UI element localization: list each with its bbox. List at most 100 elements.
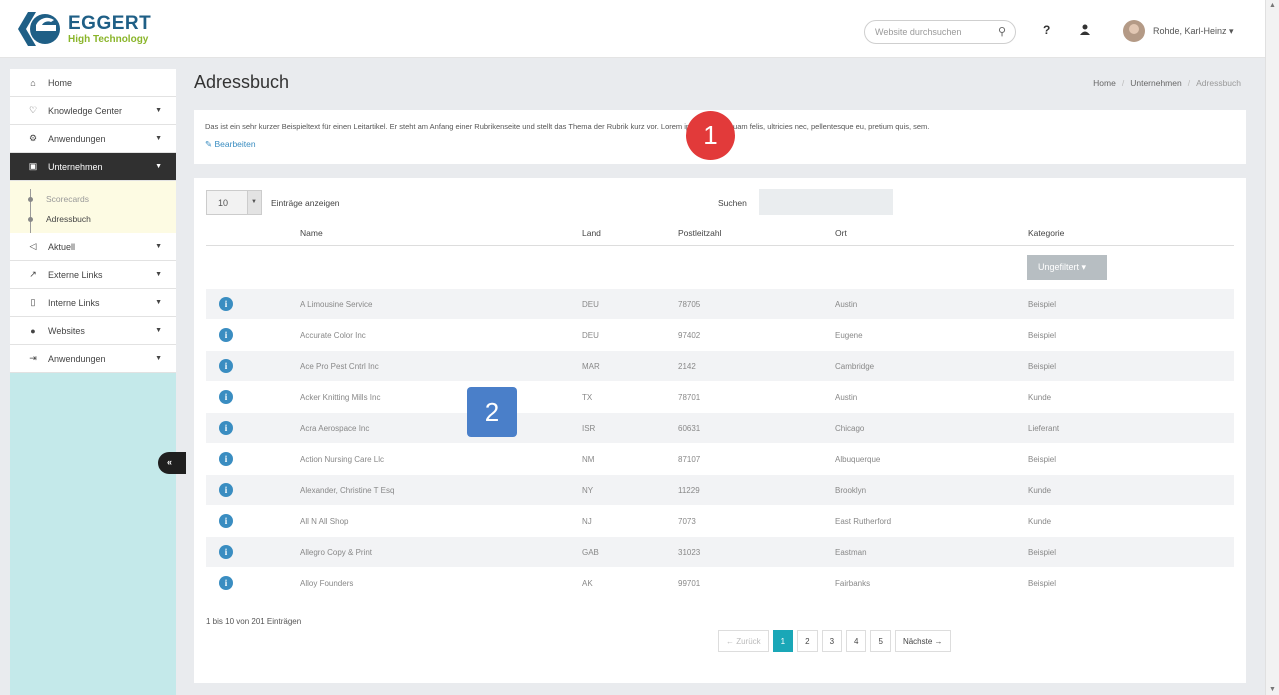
search-placeholder: Website durchsuchen: [875, 27, 962, 37]
scroll-up-icon[interactable]: ▲: [1269, 2, 1276, 9]
cell-land: ISR: [582, 424, 596, 433]
sidebar-item-label: Knowledge Center: [48, 105, 123, 116]
cell-plz: 60631: [678, 424, 701, 433]
cell-land: GAB: [582, 548, 599, 557]
category-filter-button[interactable]: Ungefiltert ▾: [1027, 255, 1107, 280]
info-icon[interactable]: i: [219, 297, 233, 311]
pagination-page-2[interactable]: 2: [797, 630, 818, 652]
sidebar-item-interne-links[interactable]: ▯ Interne Links ▼: [10, 289, 176, 317]
sidebar-item-home[interactable]: ⌂ Home: [10, 69, 176, 97]
page-length-label: Einträge anzeigen: [271, 198, 340, 208]
column-header-plz[interactable]: Postleitzahl: [678, 228, 721, 238]
cell-land: AK: [582, 579, 593, 588]
table-row[interactable]: i All N All Shop NJ 7073 East Rutherford Kund…: [206, 506, 1234, 537]
breadcrumb-home[interactable]: Home: [1093, 78, 1116, 88]
bullet-icon: [28, 217, 33, 222]
table-search-input[interactable]: [759, 189, 893, 215]
external-link-icon: ↗: [29, 269, 37, 279]
info-icon[interactable]: i: [219, 514, 233, 528]
sidebar-nav: ⌂ Home ♡ Knowledge Center ▼ ⚙ Anwendungen ▼ ▣ Unt…: [10, 69, 176, 373]
sidebar-subitem-adressbuch[interactable]: Adressbuch: [10, 209, 176, 229]
cell-plz: 99701: [678, 579, 701, 588]
breadcrumb-separator: /: [1187, 78, 1191, 88]
table-row[interactable]: i Alloy Founders AK 99701 Fairbanks Beispiel: [206, 568, 1234, 599]
page-title: Adressbuch: [194, 72, 290, 92]
cell-land: NM: [582, 455, 595, 464]
table-row[interactable]: i Acra Aerospace Inc ISR 60631 Chicago Liefer…: [206, 413, 1234, 444]
table-row[interactable]: i Action Nursing Care Llc NM 87107 Albuquerq…: [206, 444, 1234, 475]
info-icon[interactable]: i: [219, 328, 233, 342]
pagination-page-4[interactable]: 4: [846, 630, 867, 652]
cell-land: TX: [582, 393, 593, 402]
table-row[interactable]: i Accurate Color Inc DEU 97402 Eugene Beispie…: [206, 320, 1234, 351]
sidebar-item-label: Anwendungen: [48, 133, 106, 144]
sidebar-item-websites[interactable]: ● Websites ▼: [10, 317, 176, 345]
cell-plz: 87107: [678, 455, 701, 464]
info-icon[interactable]: i: [219, 359, 233, 373]
column-header-kategorie[interactable]: Kategorie: [1028, 228, 1064, 238]
column-header-ort[interactable]: Ort: [835, 228, 847, 238]
sidebar-item-knowledge-center[interactable]: ♡ Knowledge Center ▼: [10, 97, 176, 125]
sign-in-icon: ⇥: [29, 353, 37, 363]
sidebar-item-externe-links[interactable]: ↗ Externe Links ▼: [10, 261, 176, 289]
cell-ort: Austin: [835, 393, 858, 402]
table-row[interactable]: i Alexander, Christine T Esq NY 11229 Brookl…: [206, 475, 1234, 506]
table-row[interactable]: i Ace Pro Pest Cntrl Inc MAR 2142 Cambridge B…: [206, 351, 1234, 382]
info-icon[interactable]: i: [219, 576, 233, 590]
user-menu[interactable]: Rohde, Karl-Heinz ▾: [1153, 26, 1234, 37]
sidebar-item-unternehmen[interactable]: ▣ Unternehmen ▼: [10, 153, 176, 181]
cell-plz: 78705: [678, 300, 701, 309]
pagination: ← Zurück 1 2 3 4 5 Nächste →: [718, 630, 951, 652]
pagination-page-3[interactable]: 3: [821, 630, 843, 652]
pagination-page-5[interactable]: 5: [870, 630, 891, 652]
table-body: i A Limousine Service DEU 78705 Austin Beispi…: [206, 289, 1234, 599]
column-header-land[interactable]: Land: [582, 228, 601, 238]
sidebar-item-anwendungen[interactable]: ⚙ Anwendungen ▼: [10, 125, 176, 153]
brand-logo[interactable]: EGGERT High Technology: [14, 10, 151, 48]
sidebar-item-anwendungen[interactable]: ⇥ Anwendungen ▼: [10, 345, 176, 373]
cell-name: Acra Aerospace Inc: [300, 424, 370, 433]
info-icon[interactable]: i: [219, 483, 233, 497]
info-icon[interactable]: i: [219, 545, 233, 559]
table-row[interactable]: i Acker Knitting Mills Inc TX 78701 Austin Ku…: [206, 382, 1234, 413]
callout-marker-1: 1: [686, 111, 735, 160]
cell-plz: 78701: [678, 393, 701, 402]
table-row[interactable]: i A Limousine Service DEU 78705 Austin Beispi…: [206, 289, 1234, 320]
sidebar-collapse-button[interactable]: «: [158, 452, 186, 474]
sidebar-subitem-scorecards[interactable]: Scorecards: [10, 189, 176, 209]
top-bar: EGGERT High Technology Website durchsuch…: [0, 0, 1265, 58]
cell-plz: 31023: [678, 548, 701, 557]
cell-kategorie: Beispiel: [1028, 300, 1057, 309]
cell-name: Accurate Color Inc: [300, 331, 366, 340]
help-button[interactable]: ?: [1043, 23, 1050, 37]
info-icon[interactable]: i: [219, 452, 233, 466]
sidebar-item-aktuell[interactable]: ◁ Aktuell ▼: [10, 233, 176, 261]
cell-plz: 2142: [678, 362, 696, 371]
chevron-down-icon[interactable]: ▼: [247, 191, 261, 214]
sidebar-item-label: Anwendungen: [48, 353, 106, 364]
breadcrumb-unternehmen[interactable]: Unternehmen: [1130, 78, 1182, 88]
pagination-prev-button[interactable]: ← Zurück: [718, 630, 769, 652]
brand-name: EGGERT: [68, 12, 152, 34]
site-search-input[interactable]: Website durchsuchen ⚲: [864, 20, 1016, 44]
cell-ort: Eugene: [835, 331, 863, 340]
cell-name: A Limousine Service: [300, 300, 373, 309]
info-icon[interactable]: i: [219, 390, 233, 404]
cell-kategorie: Beispiel: [1028, 455, 1057, 464]
user-icon[interactable]: [1080, 22, 1090, 40]
chevron-down-icon: ▼: [155, 327, 162, 334]
cell-ort: Cambridge: [835, 362, 875, 371]
pagination-next-button[interactable]: Nächste →: [894, 630, 951, 652]
breadcrumb-separator: /: [1121, 78, 1125, 88]
cell-kategorie: Kunde: [1028, 486, 1052, 495]
pagination-page-1[interactable]: 1: [772, 630, 794, 652]
search-icon[interactable]: ⚲: [998, 25, 1006, 38]
table-row[interactable]: i Allegro Copy & Print GAB 31023 Eastman Beis…: [206, 537, 1234, 568]
scroll-down-icon[interactable]: ▼: [1269, 686, 1276, 693]
page-length-select[interactable]: 10 ▼: [206, 190, 262, 215]
breadcrumb: Home / Unternehmen / Adressbuch: [1093, 78, 1241, 88]
column-header-name[interactable]: Name: [300, 228, 323, 238]
page-scrollbar[interactable]: ▲ ▼: [1265, 0, 1279, 695]
info-icon[interactable]: i: [219, 421, 233, 435]
avatar[interactable]: [1123, 20, 1145, 42]
